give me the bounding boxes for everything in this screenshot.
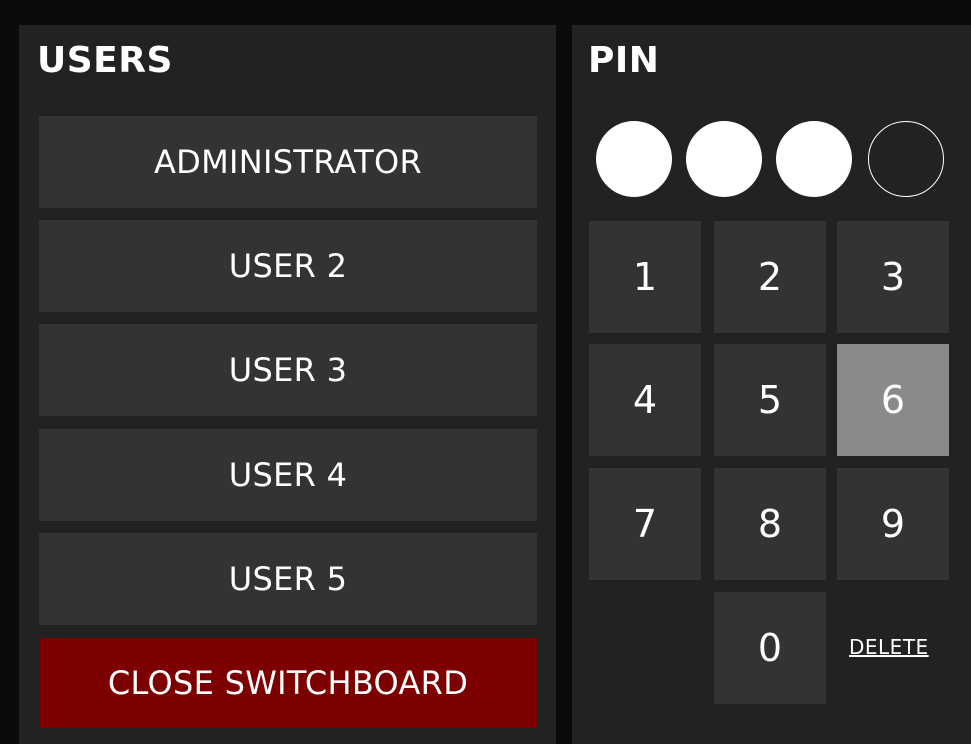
keypad-key-6[interactable]: 6 <box>837 344 949 456</box>
pin-panel: PIN 1 2 3 4 5 6 7 8 9 0 DELETE <box>572 25 971 744</box>
keypad-key-9[interactable]: 9 <box>837 468 949 580</box>
keypad-key-0[interactable]: 0 <box>714 592 826 704</box>
keypad-key-2[interactable]: 2 <box>714 221 826 333</box>
keypad-key-7[interactable]: 7 <box>589 468 701 580</box>
keypad-key-3[interactable]: 3 <box>837 221 949 333</box>
pin-dot-2 <box>686 121 762 197</box>
user-button-administrator[interactable]: ADMINISTRATOR <box>39 116 537 208</box>
user-button-user-3[interactable]: USER 3 <box>39 324 537 416</box>
pin-dot-4 <box>868 121 944 197</box>
user-button-user-5[interactable]: USER 5 <box>39 533 537 625</box>
delete-link[interactable]: DELETE <box>849 635 929 659</box>
keypad-key-5[interactable]: 5 <box>714 344 826 456</box>
user-button-user-4[interactable]: USER 4 <box>39 429 537 521</box>
user-button-user-2[interactable]: USER 2 <box>39 220 537 312</box>
pin-dot-1 <box>596 121 672 197</box>
keypad-key-4[interactable]: 4 <box>589 344 701 456</box>
users-panel: USERS ADMINISTRATOR USER 2 USER 3 USER 4… <box>19 25 556 744</box>
pin-panel-title: PIN <box>588 40 660 81</box>
pin-dot-3 <box>776 121 852 197</box>
users-panel-title: USERS <box>37 40 173 81</box>
close-switchboard-button[interactable]: CLOSE SWITCHBOARD <box>39 638 537 728</box>
keypad-key-1[interactable]: 1 <box>589 221 701 333</box>
keypad-key-8[interactable]: 8 <box>714 468 826 580</box>
